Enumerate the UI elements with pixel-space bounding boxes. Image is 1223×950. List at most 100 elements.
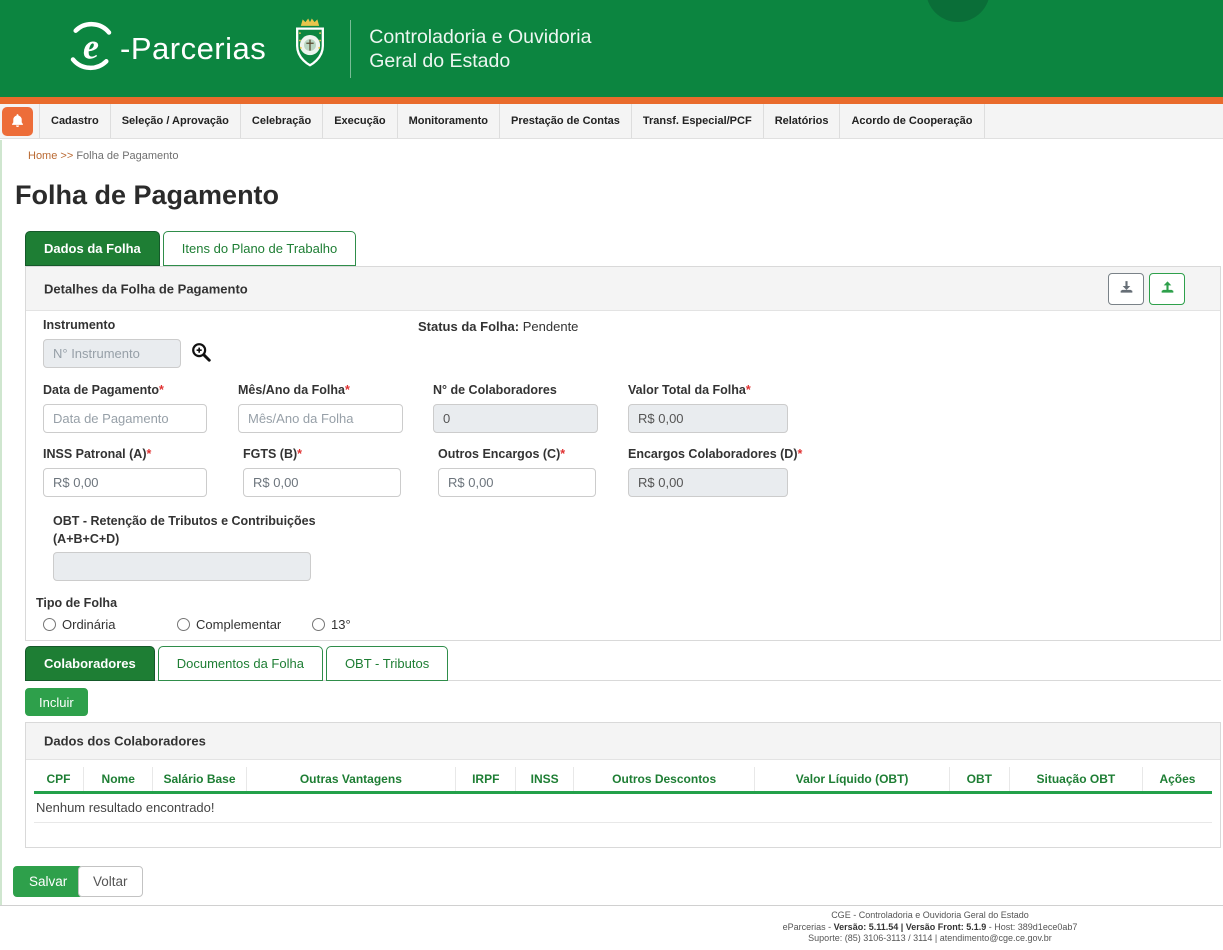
footer-line3: Suporte: (85) 3106-3113 / 3114 | atendim… (700, 933, 1160, 945)
upload-button[interactable] (1149, 273, 1185, 305)
fgts-label: FGTS (B)* (243, 447, 302, 461)
footer-line1: CGE - Controladoria e Ouvidoria Geral do… (700, 910, 1160, 922)
tab-itens-plano-trabalho[interactable]: Itens do Plano de Trabalho (163, 231, 356, 266)
upload-icon (1159, 279, 1176, 299)
column-header-outros-descontos: Outros Descontos (573, 767, 754, 793)
tipo-de-folha-options: Ordinária Complementar 13° (26, 617, 1220, 637)
radio-option-13[interactable]: 13° (312, 617, 351, 632)
obt-total-input (53, 552, 311, 581)
menu-item-cadastro[interactable]: Cadastro (39, 104, 111, 138)
app-header: e -Parcerias Controladoria e Ouvidor (0, 0, 1223, 97)
radio-option-ordinaria[interactable]: Ordinária (43, 617, 115, 632)
encargos-colaboradores-input (628, 468, 788, 497)
search-instrumento-button[interactable] (189, 341, 213, 365)
status-da-folha: Status da Folha: Pendente (418, 319, 578, 334)
brand-divider (350, 20, 351, 78)
obt-label-line2: (A+B+C+D) (53, 532, 119, 546)
column-header-valor-liquido-obt: Valor Líquido (OBT) (755, 767, 949, 793)
menu-item-prestacao-de-contas[interactable]: Prestação de Contas (500, 104, 632, 138)
column-header-obt: OBT (949, 767, 1009, 793)
accent-stripe (0, 97, 1223, 104)
radio-13[interactable] (312, 618, 325, 631)
radio-complementar-label: Complementar (196, 617, 281, 632)
radio-option-complementar[interactable]: Complementar (177, 617, 281, 632)
main-menubar: Cadastro Seleção / Aprovação Celebração … (0, 104, 1223, 139)
search-plus-icon (190, 351, 212, 366)
main-tabs: Dados da Folha Itens do Plano de Trabalh… (25, 231, 359, 266)
column-header-situacao-obt: Situação OBT (1009, 767, 1142, 793)
valor-total-folha-input (628, 404, 788, 433)
data-pagamento-label: Data de Pagamento* (43, 383, 164, 397)
page: e -Parcerias Controladoria e Ouvidor (0, 0, 1223, 950)
page-title: Folha de Pagamento (15, 180, 279, 211)
breadcrumb-home-link[interactable]: Home (28, 150, 57, 162)
download-button[interactable] (1108, 273, 1144, 305)
column-header-salario-base: Salário Base (153, 767, 246, 793)
mes-ano-folha-input[interactable] (238, 404, 403, 433)
column-header-inss: INSS (516, 767, 574, 793)
status-label: Status da Folha: (418, 319, 519, 334)
outros-encargos-label: Outros Encargos (C)* (438, 447, 565, 461)
details-panel-header: Detalhes da Folha de Pagamento (26, 267, 1220, 311)
data-pagamento-input[interactable] (43, 404, 207, 433)
tab-dados-da-folha[interactable]: Dados da Folha (25, 231, 160, 266)
menu-item-transf-especial-pcf[interactable]: Transf. Especial/PCF (632, 104, 764, 138)
menu-item-monitoramento[interactable]: Monitoramento (398, 104, 500, 138)
empty-result-row: Nenhum resultado encontrado! (34, 793, 1212, 823)
bell-icon (10, 113, 25, 131)
tab-obt-tributos[interactable]: OBT - Tributos (326, 646, 448, 681)
obt-label-line1: OBT - Retenção de Tributos e Contribuiçõ… (53, 514, 316, 528)
empty-result-message: Nenhum resultado encontrado! (34, 793, 1212, 823)
table-header-row: CPF Nome Salário Base Outras Vantagens I… (34, 767, 1212, 793)
encargos-colaboradores-label: Encargos Colaboradores (D)* (628, 447, 802, 461)
colaboradores-panel-title: Dados dos Colaboradores (44, 734, 206, 749)
radio-ordinaria[interactable] (43, 618, 56, 631)
menu-item-acordo-de-cooperacao[interactable]: Acordo de Cooperação (840, 104, 984, 138)
logo-text: -Parcerias (120, 31, 266, 67)
menu-item-celebracao[interactable]: Celebração (241, 104, 323, 138)
breadcrumb: Home >> Folha de Pagamento (28, 150, 178, 162)
org-name-line1: Controladoria e Ouvidoria (369, 25, 591, 49)
org-name-line2: Geral do Estado (369, 49, 591, 73)
breadcrumb-current: Folha de Pagamento (76, 150, 178, 162)
eparcerias-logo-icon: e (64, 19, 118, 78)
colaboradores-table: CPF Nome Salário Base Outras Vantagens I… (34, 767, 1212, 823)
org-name: Controladoria e Ouvidoria Geral do Estad… (369, 25, 591, 73)
column-header-cpf: CPF (34, 767, 83, 793)
outros-encargos-input[interactable] (438, 468, 596, 497)
radio-ordinaria-label: Ordinária (62, 617, 115, 632)
breadcrumb-separator: >> (60, 150, 73, 162)
valor-total-folha-label: Valor Total da Folha* (628, 383, 751, 397)
footer-line2: eParcerias - Versão: 5.11.54 | Versão Fr… (700, 922, 1160, 934)
status-value: Pendente (523, 319, 579, 334)
footer-text: CGE - Controladoria e Ouvidoria Geral do… (700, 906, 1160, 945)
column-header-nome: Nome (83, 767, 153, 793)
page-footer: CGE - Controladoria e Ouvidoria Geral do… (0, 905, 1223, 945)
svg-text:e: e (83, 27, 99, 67)
tipo-de-folha-label: Tipo de Folha (36, 596, 117, 610)
menu-item-selecao-aprovacao[interactable]: Seleção / Aprovação (111, 104, 241, 138)
tab-colaboradores[interactable]: Colaboradores (25, 646, 155, 681)
menu-item-execucao[interactable]: Execução (323, 104, 397, 138)
inss-patronal-label: INSS Patronal (A)* (43, 447, 151, 461)
colaboradores-panel: Dados dos Colaboradores CPF Nome Salário… (25, 722, 1221, 848)
left-edge-line (0, 140, 2, 905)
radio-complementar[interactable] (177, 618, 190, 631)
fgts-input[interactable] (243, 468, 401, 497)
inss-patronal-input[interactable] (43, 468, 207, 497)
details-panel-title: Detalhes da Folha de Pagamento (44, 281, 248, 296)
incluir-button[interactable]: Incluir (25, 688, 88, 716)
voltar-button[interactable]: Voltar (78, 866, 143, 897)
column-header-outras-vantagens: Outras Vantagens (246, 767, 456, 793)
header-circle-decoration (926, 0, 990, 22)
sub-tabs: Colaboradores Documentos da Folha OBT - … (25, 646, 451, 681)
column-header-acoes: Ações (1142, 767, 1212, 793)
salvar-button[interactable]: Salvar (13, 866, 83, 897)
notifications-bell-button[interactable] (2, 107, 33, 136)
menu-item-relatorios[interactable]: Relatórios (764, 104, 841, 138)
radio-13-label: 13° (331, 617, 351, 632)
instrumento-input (43, 339, 181, 368)
tab-documentos-da-folha[interactable]: Documentos da Folha (158, 646, 323, 681)
download-icon (1118, 279, 1135, 299)
num-colaboradores-label: N° de Colaboradores (433, 383, 557, 397)
